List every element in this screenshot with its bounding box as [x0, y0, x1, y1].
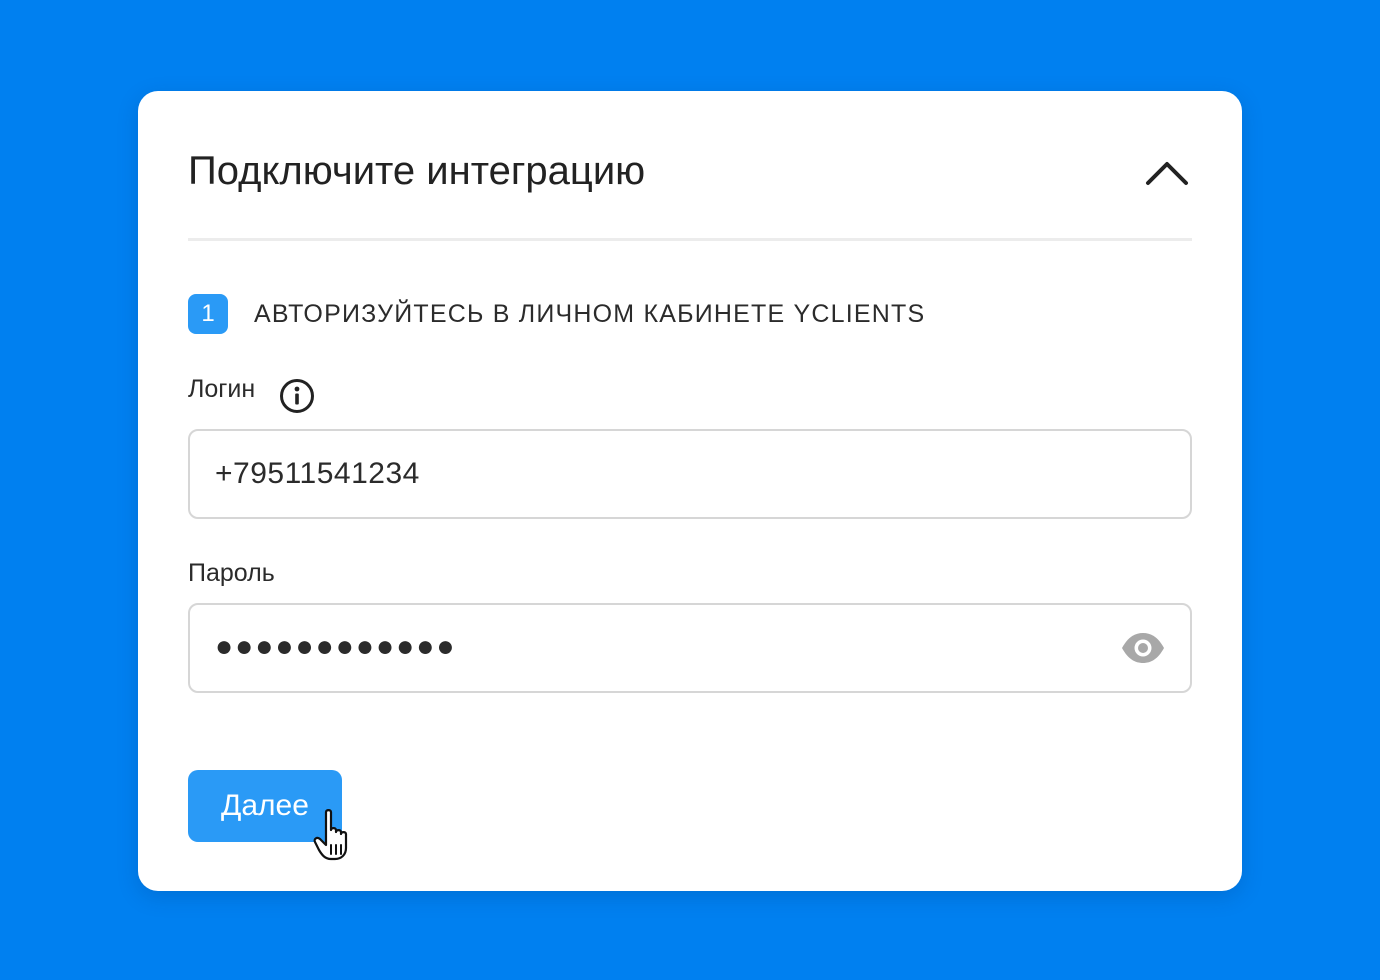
- password-masked-value: ●●●●●●●●●●●●: [215, 630, 457, 663]
- login-input[interactable]: +79511541234: [188, 429, 1192, 519]
- header-divider: [188, 238, 1192, 241]
- info-icon[interactable]: [279, 378, 315, 414]
- login-input-value: +79511541234: [215, 457, 420, 490]
- password-label: Пароль: [188, 559, 275, 587]
- chevron-up-icon: [1146, 162, 1188, 185]
- login-label: Логин: [188, 375, 256, 403]
- collapse-button[interactable]: [1140, 149, 1194, 197]
- eye-icon: [1122, 633, 1164, 663]
- step-number-badge: 1: [188, 294, 228, 334]
- hand-pointer-cursor-icon: [313, 809, 348, 861]
- card-title: Подключите интеграцию: [188, 149, 646, 193]
- password-input[interactable]: ●●●●●●●●●●●●: [188, 603, 1192, 693]
- step-title: АВТОРИЗУЙТЕСЬ В ЛИЧНОМ КАБИНЕТЕ YCLIENTS: [254, 300, 926, 328]
- show-password-button[interactable]: [1120, 631, 1166, 665]
- integration-card: Подключите интеграцию 1 АВТОРИЗУЙТЕСЬ В …: [138, 91, 1242, 891]
